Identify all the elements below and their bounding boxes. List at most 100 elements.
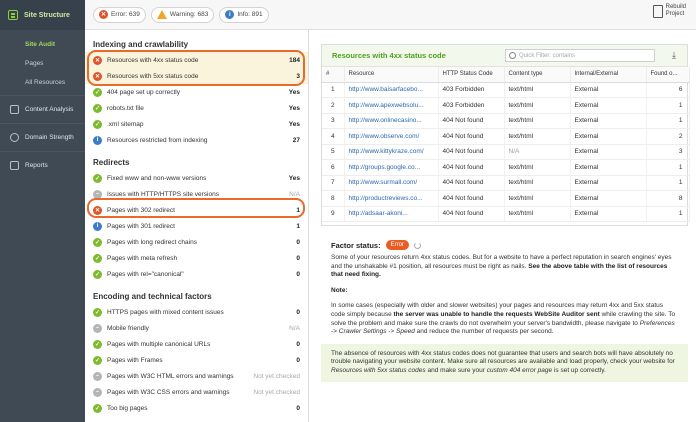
checklist-row[interactable]: ✓ Pages with rel="canonical" 0: [85, 266, 308, 282]
table-cell: 1: [322, 82, 345, 98]
sidebar-item-site-audit[interactable]: Site Audit: [0, 35, 85, 54]
resource-link[interactable]: http://groups.google.co...: [344, 159, 439, 176]
na-icon: –: [93, 387, 102, 397]
checklist-row[interactable]: i Pages with 301 redirect 1: [85, 218, 308, 234]
error-filter-button[interactable]: ✕ Error: 639: [93, 6, 146, 23]
resource-link[interactable]: http://www.apexwebsolu...: [344, 97, 439, 114]
check-icon: ✓: [93, 253, 102, 263]
section-title: Redirects: [93, 158, 130, 167]
resource-link[interactable]: http://www.baisarfacebo...: [344, 82, 439, 98]
checklist-row[interactable]: – Issues with HTTP/HTTPS site versions N/A: [85, 186, 308, 202]
checklist-row[interactable]: ✓ Pages with Frames 0: [85, 352, 308, 368]
table-cell: text/html: [504, 128, 571, 145]
sidebar-item-reports[interactable]: Reports: [0, 151, 85, 179]
checklist-row-label: HTTPS pages with mixed content issues: [107, 308, 224, 316]
checklist-row[interactable]: ✓ Pages with multiple canonical URLs 0: [85, 336, 308, 352]
sidebar-title: Site Structure: [24, 11, 70, 19]
download-icon[interactable]: ⤓: [667, 50, 681, 61]
column-header[interactable]: HTTP Status Code: [438, 67, 505, 83]
table-cell: External: [570, 190, 647, 207]
checklist-row[interactable]: ✕ Resources with 4xx status code 184: [85, 52, 308, 68]
table-cell: External: [570, 144, 647, 160]
table-cell: 3: [322, 113, 345, 129]
table-cell: External: [570, 175, 647, 191]
rebuild-project-button[interactable]: Rebuild Project: [652, 4, 686, 18]
info-filter-button[interactable]: i Info: 891: [219, 6, 269, 23]
table-cell: 4: [322, 128, 345, 145]
error-icon: ✕: [93, 71, 102, 81]
refresh-icon[interactable]: [413, 241, 421, 249]
checklist-row-value: Yes: [288, 88, 300, 96]
table-row[interactable]: 3 http://www.onlinecasino... 404 Not found…: [322, 113, 690, 129]
column-header[interactable]: Internal/External: [570, 67, 647, 83]
column-header[interactable]: Resource: [344, 67, 439, 83]
resource-link[interactable]: http://www.onlinecasino...: [344, 113, 439, 129]
check-icon: ✓: [93, 237, 102, 247]
error-icon: ✕: [93, 55, 102, 65]
table-row[interactable]: 1 http://www.baisarfacebo... 403 Forbidden…: [322, 82, 690, 98]
column-header[interactable]: #: [322, 67, 345, 83]
checklist-row-value: 3: [296, 72, 300, 80]
checklist-row-value: 0: [296, 270, 300, 278]
sidebar-item-content-analysis[interactable]: Content Analysis: [0, 95, 85, 123]
sidebar-item-pages[interactable]: Pages: [0, 54, 85, 73]
audit-checklist: Indexing and crawlability ✕ Resources with…: [85, 30, 309, 422]
column-header[interactable]: Found o...: [646, 67, 690, 83]
checklist-row[interactable]: ✓ Pages with meta refresh 0: [85, 250, 308, 266]
factor-tip-box: The absence of resources with 4xx status…: [321, 343, 688, 382]
table-row[interactable]: 4 http://www.observe.com/404 Not found tex…: [322, 128, 690, 145]
checklist-row[interactable]: ✕ Resources with 5xx status code 3: [85, 68, 308, 84]
sidebar-item-domain-strength[interactable]: Domain Strength: [0, 123, 85, 151]
checklist-row[interactable]: ✓ .xml sitemap Yes: [85, 116, 308, 132]
table-cell: text/html: [504, 206, 571, 222]
table-cell: 1: [646, 113, 690, 129]
checklist-row[interactable]: ✓ robots.txt file Yes: [85, 100, 308, 116]
resource-link[interactable]: http://www.kittykraze.com/: [344, 144, 439, 160]
checklist-row-label: Resources with 5xx status code: [107, 72, 199, 80]
sidebar-item-all-resources[interactable]: All Resources: [0, 73, 85, 92]
table-row[interactable]: 6 http://groups.google.co... 404 Not found…: [322, 159, 690, 176]
table-row[interactable]: 8 http://productreviews.co... 404 Not foun…: [322, 190, 690, 207]
table-cell: text/html: [504, 97, 571, 114]
checklist-row[interactable]: i Resources restricted from indexing 27: [85, 132, 308, 148]
info-icon: i: [225, 10, 235, 19]
table-row[interactable]: 9 http://adsaar-akoni... 404 Not found text…: [322, 206, 690, 222]
sidebar: Site Structure Site Audit Pages All Reso…: [0, 0, 85, 422]
resource-link[interactable]: http://www.surmall.com/: [344, 175, 439, 191]
warning-filter-button[interactable]: Warning: 683: [150, 6, 215, 23]
table-cell: External: [570, 113, 647, 129]
checklist-row[interactable]: – Mobile friendly N/A: [85, 320, 308, 336]
checklist-row[interactable]: ✓ Fixed www and non-www versions Yes: [85, 170, 308, 186]
checklist-row[interactable]: ✓ Pages with long redirect chains 0: [85, 234, 308, 250]
table-row[interactable]: 5 http://www.kittykraze.com/404 Not found…: [322, 144, 690, 160]
checklist-row-label: Mobile friendly: [107, 324, 149, 332]
checklist-row[interactable]: – Pages with W3C CSS errors and warnings N…: [85, 384, 308, 400]
resource-link[interactable]: http://adsaar-akoni...: [344, 206, 439, 222]
checklist-row[interactable]: ✓ 404 page set up correctly Yes: [85, 84, 308, 100]
factor-status-label: Factor status:: [331, 240, 381, 250]
checklist-row[interactable]: ✕ Pages with 302 redirect 1: [85, 202, 308, 218]
checklist-row-value: Not yet checked: [253, 372, 300, 380]
table-cell: text/html: [504, 190, 571, 207]
tip-text-2: and make sure your: [427, 366, 485, 374]
checklist-row[interactable]: ✓ Too big pages 0: [85, 400, 308, 416]
checklist-row-label: .xml sitemap: [107, 120, 144, 128]
resource-link[interactable]: http://www.observe.com/: [344, 128, 439, 145]
table-cell: 6: [646, 82, 690, 98]
table-cell: 6: [322, 159, 345, 176]
table-cell: 2: [646, 128, 690, 145]
quick-filter-input[interactable]: Quick Filter: contains: [505, 49, 655, 62]
table-row[interactable]: 7 http://www.surmall.com/404 Not found tex…: [322, 175, 690, 191]
resource-link[interactable]: http://productreviews.co...: [344, 190, 439, 207]
table-row[interactable]: 2 http://www.apexwebsolu... 403 Forbidden t…: [322, 97, 690, 114]
sidebar-header-site-structure[interactable]: Site Structure: [0, 0, 85, 30]
checklist-row[interactable]: – Pages with W3C HTML errors and warnings…: [85, 368, 308, 384]
section-title: Indexing and crawlability: [93, 40, 189, 49]
checklist-row-value: 0: [296, 254, 300, 262]
checklist-row-label: Fixed www and non-www versions: [107, 174, 207, 182]
column-header[interactable]: Content type: [504, 67, 571, 83]
checklist-row[interactable]: ✓ HTTPS pages with mixed content issues 0: [85, 304, 308, 320]
table-title: Resources with 4xx status code: [332, 51, 446, 60]
checklist-row-label: Pages with rel="canonical": [107, 270, 184, 278]
na-icon: –: [93, 371, 102, 381]
